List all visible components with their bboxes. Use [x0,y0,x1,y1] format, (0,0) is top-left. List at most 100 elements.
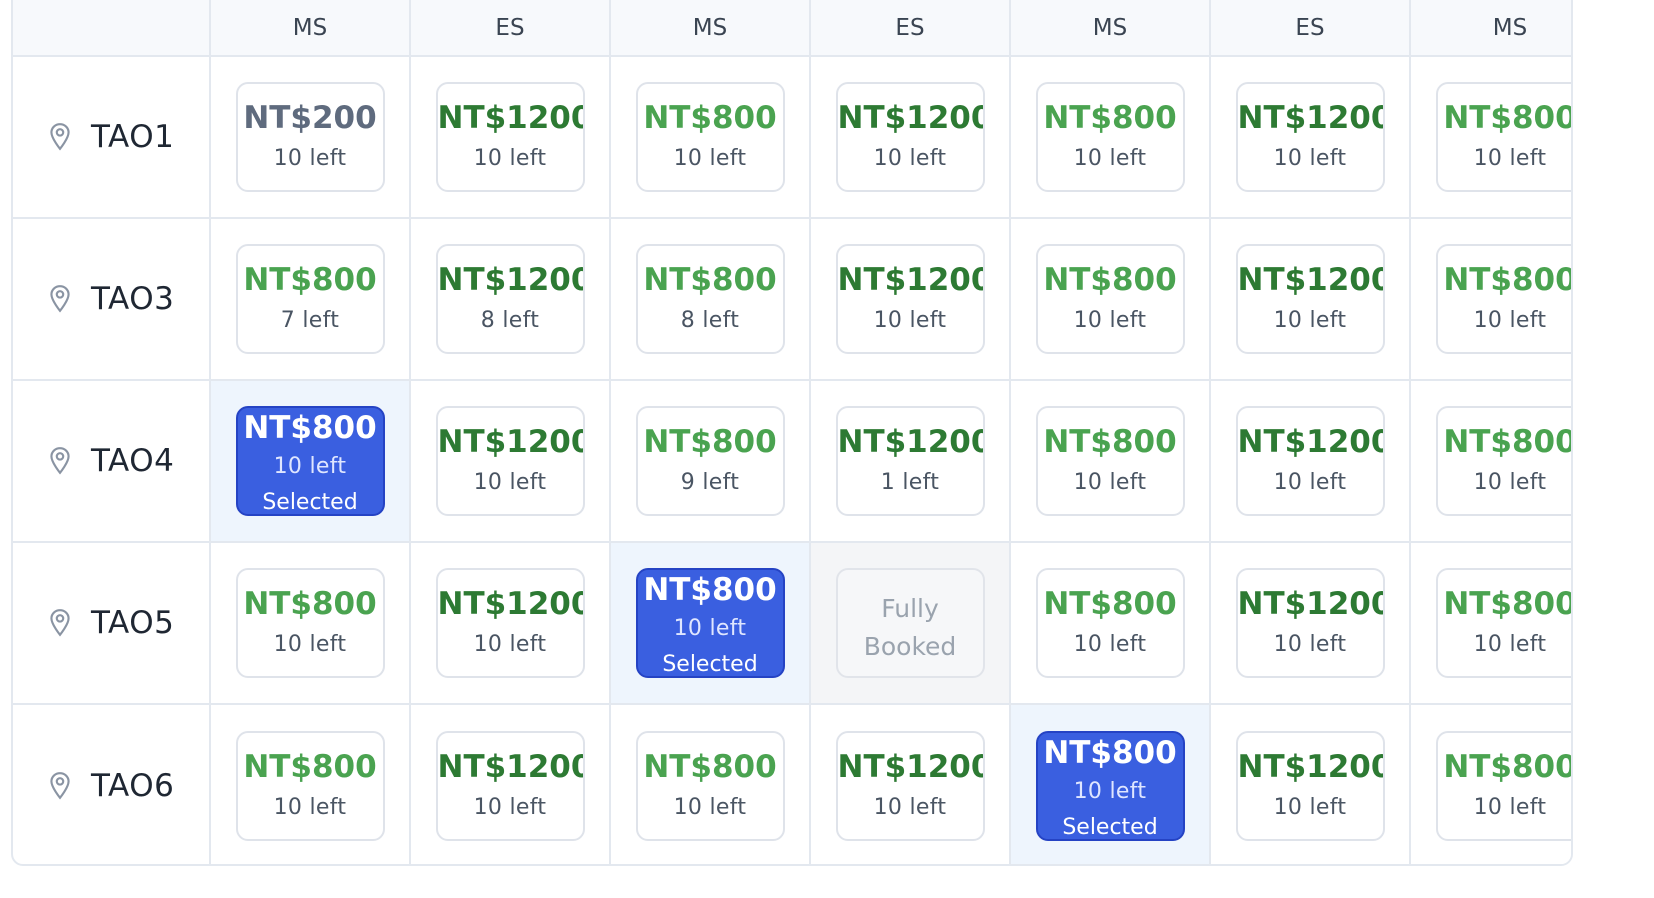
slot-button[interactable]: NT$1200 10 left [435,406,585,516]
slot-cell: NT$1200 8 left [410,218,611,381]
seat-availability-table: MS ES MS ES MS ES MS TAO1 NT$200 10 left NT… [13,0,1573,864]
slot-cell: NT$800 10 left [610,704,811,864]
slot-price: NT$1200 [437,748,585,785]
slot-remaining: 10 left [273,794,347,820]
seat-availability-grid: MS ES MS ES MS ES MS TAO1 NT$200 10 left NT… [11,0,1573,866]
slot-price: NT$1200 [437,100,585,136]
slot-cell: NT$800 9 left [610,380,811,543]
slot-button[interactable]: NT$1200 10 left [835,730,985,841]
slot-button[interactable]: NT$1200 10 left [835,82,985,192]
slot-button[interactable]: NT$1200 1 left [835,406,985,516]
slot-button[interactable]: NT$200 10 left [235,82,385,192]
slot-price: NT$1200 [437,424,585,460]
slot-remaining: 10 left [473,632,547,657]
header-corner [13,0,211,57]
slot-price: NT$800 [1043,586,1177,622]
slot-cell: NT$1200 10 left [1210,380,1411,543]
slot-price: NT$1200 [837,424,985,460]
slot-price: NT$800 [643,100,777,136]
slot-cell: Fully Booked [810,542,1011,705]
slot-cell: NT$1200 10 left [810,218,1011,381]
slot-price: NT$200 [243,100,377,136]
slot-cell: NT$800 10 left [210,542,411,705]
slot-price: NT$800 [243,262,377,298]
route-name: TAO5 [91,605,175,641]
slot-remaining: 8 left [480,308,540,333]
slot-remaining: 10 left [1073,146,1147,171]
slot-button[interactable]: NT$800 10 left [1435,568,1573,678]
column-header: ES [410,0,611,57]
slot-button[interactable]: NT$1200 10 left [435,730,585,841]
slot-cell: NT$800 10 left [1410,56,1571,219]
slot-button[interactable]: NT$800 10 left [1035,406,1185,516]
booked-line: Booked [863,632,957,661]
slot-button[interactable]: NT$800 10 left [1435,244,1571,354]
table-row: TAO4 NT$800 10 left Selected NT$1200 10 left N… [13,380,1571,543]
slot-button[interactable]: NT$800 10 left [235,730,385,841]
slot-button[interactable]: NT$800 10 left [1035,82,1185,192]
slot-button[interactable]: NT$800 10 left [1435,406,1571,516]
slot-cell: NT$1200 10 left [1210,56,1411,219]
slot-button[interactable]: NT$1200 10 left [1235,406,1385,516]
slot-price: NT$1200 [1237,262,1385,298]
slot-price: NT$1200 [837,262,985,298]
header-row: MS ES MS ES MS ES MS [13,0,1571,57]
route-cell: TAO5 [13,542,211,705]
slot-button[interactable]: NT$800 8 left [635,244,785,354]
slot-remaining: 10 left [1473,146,1547,171]
slot-button[interactable]: NT$1200 10 left [435,82,585,192]
route-cell: TAO3 [13,218,211,381]
slot-button[interactable]: NT$800 10 left [235,568,385,678]
slot-button[interactable]: NT$1200 8 left [435,244,585,354]
slot-cell: NT$800 10 left [1410,218,1571,381]
slot-button[interactable]: NT$800 10 left [1435,730,1571,841]
slot-button-selected[interactable]: NT$800 10 left Selected [235,406,385,516]
slot-button[interactable]: NT$1200 10 left [1235,730,1385,841]
slot-remaining: 10 left [1073,778,1147,804]
slot-remaining: 10 left [1473,794,1547,820]
slot-cell: NT$800 10 left Selected [1010,704,1211,864]
slot-remaining: 10 left [473,470,547,495]
slot-button[interactable]: NT$1200 10 left [1235,568,1385,678]
slot-button[interactable]: NT$1200 10 left [1235,244,1385,354]
slot-remaining: 10 left [1073,632,1147,657]
slot-price: NT$800 [1443,586,1573,622]
slot-cell: NT$800 10 left [610,56,811,219]
slot-price: NT$1200 [837,748,985,785]
slot-remaining: 10 left [1073,308,1147,333]
slot-button[interactable]: NT$800 9 left [635,406,785,516]
slot-cell: NT$800 10 left [1010,542,1211,705]
slot-remaining: 10 left [1073,470,1147,495]
slot-remaining: 10 left [1273,146,1347,171]
map-pin-icon [47,771,73,801]
slot-remaining: 10 left [873,146,947,171]
slot-remaining: 10 left [1473,308,1547,333]
route-cell: TAO1 [13,56,211,219]
slot-button[interactable]: NT$1200 10 left [835,244,985,354]
slot-remaining: 10 left [1473,632,1547,657]
slot-cell: NT$1200 10 left [410,542,611,705]
slot-button-selected[interactable]: NT$800 10 left Selected [1035,730,1185,841]
slot-button[interactable]: NT$800 10 left [635,82,785,192]
slot-remaining: 10 left [673,794,747,820]
slot-cell: NT$800 10 left [1010,218,1211,381]
slot-cell: NT$800 8 left [610,218,811,381]
slot-button[interactable]: NT$1200 10 left [1235,82,1385,192]
slot-remaining: 8 left [680,308,740,333]
table-row: TAO3 NT$800 7 left NT$1200 8 left NT$800 8 lef… [13,218,1571,381]
slot-price: NT$1200 [1237,424,1385,460]
slot-button[interactable]: NT$1200 10 left [435,568,585,678]
slot-cell: NT$1200 10 left [1210,704,1411,864]
slot-price: NT$800 [643,424,777,460]
selected-label: Selected [1062,814,1158,840]
map-pin-icon [47,446,73,476]
slot-button[interactable]: NT$800 10 left [1035,568,1185,678]
slot-fully-booked: Fully Booked [835,568,985,678]
slot-button[interactable]: NT$800 10 left [1435,82,1571,192]
slot-button-selected[interactable]: NT$800 10 left Selected [635,568,785,678]
slot-button[interactable]: NT$800 10 left [635,730,785,841]
slot-remaining: 10 left [273,454,347,479]
slot-button[interactable]: NT$800 7 left [235,244,385,354]
table-row: TAO1 NT$200 10 left NT$1200 10 left NT$800 10 … [13,56,1571,219]
slot-button[interactable]: NT$800 10 left [1035,244,1185,354]
